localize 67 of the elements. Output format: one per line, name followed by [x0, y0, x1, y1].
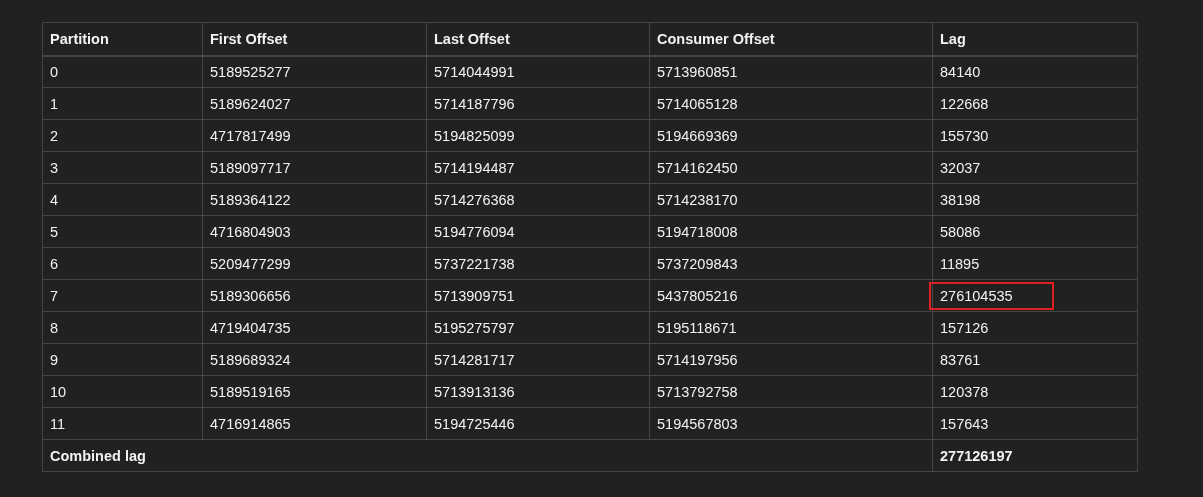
table-cell: 5714162450	[649, 151, 933, 184]
table-cell: 5189364122	[202, 183, 427, 216]
table-cell: 5714197956	[649, 343, 933, 376]
table-cell: 5713913136	[426, 375, 650, 408]
table-cell: 5714065128	[649, 87, 933, 120]
table-cell: 4719404735	[202, 311, 427, 344]
table-cell: 5194718008	[649, 215, 933, 248]
table-cell: 4716804903	[202, 215, 427, 248]
table-cell: 0	[42, 55, 203, 88]
table-cell: Combined lag	[42, 439, 933, 472]
table-cell: 5194776094	[426, 215, 650, 248]
table-cell: 10	[42, 375, 203, 408]
table-cell: 2	[42, 119, 203, 152]
table-cell: 5189624027	[202, 87, 427, 120]
table-cell: 122668	[932, 87, 1138, 120]
table-cell: 157126	[932, 311, 1138, 344]
table-cell: 5	[42, 215, 203, 248]
table-cell: 4	[42, 183, 203, 216]
column-header: Lag	[932, 22, 1138, 56]
table-cell: 32037	[932, 151, 1138, 184]
table-cell: 5713909751	[426, 279, 650, 312]
table-cell: 58086	[932, 215, 1138, 248]
table-cell: 11895	[932, 247, 1138, 280]
table-cell: 1	[42, 87, 203, 120]
table-cell: 5189519165	[202, 375, 427, 408]
table-cell: 5714187796	[426, 87, 650, 120]
table-cell: 84140	[932, 55, 1138, 88]
table-cell: 6	[42, 247, 203, 280]
table-cell: 7	[42, 279, 203, 312]
table-cell: 5189097717	[202, 151, 427, 184]
table-cell: 3	[42, 151, 203, 184]
table-cell: 120378	[932, 375, 1138, 408]
column-header: Consumer Offset	[649, 22, 933, 56]
column-header: Last Offset	[426, 22, 650, 56]
table-cell: 5737221738	[426, 247, 650, 280]
table-cell: 5189689324	[202, 343, 427, 376]
table-cell: 5737209843	[649, 247, 933, 280]
table-cell: 5189306656	[202, 279, 427, 312]
table-cell: 5189525277	[202, 55, 427, 88]
table-cell: 5194567803	[649, 407, 933, 440]
table-cell: 5713792758	[649, 375, 933, 408]
table-cell: 4717817499	[202, 119, 427, 152]
table-cell: 8	[42, 311, 203, 344]
table-cell: 38198	[932, 183, 1138, 216]
table-cell: 4716914865	[202, 407, 427, 440]
table-cell: 9	[42, 343, 203, 376]
table-cell: 5194669369	[649, 119, 933, 152]
table-cell: 83761	[932, 343, 1138, 376]
column-header: Partition	[42, 22, 203, 56]
table-cell: 5714044991	[426, 55, 650, 88]
table-cell: 5714281717	[426, 343, 650, 376]
table-cell: 155730	[932, 119, 1138, 152]
table-cell: 5195118671	[649, 311, 933, 344]
table-cell: 11	[42, 407, 203, 440]
table-cell: 276104535	[932, 279, 1138, 312]
table-cell: 5714276368	[426, 183, 650, 216]
table-cell: 5194725446	[426, 407, 650, 440]
table-cell: 5194825099	[426, 119, 650, 152]
table-cell: 5195275797	[426, 311, 650, 344]
table-cell: 5209477299	[202, 247, 427, 280]
table-cell: 5437805216	[649, 279, 933, 312]
table-cell: 5713960851	[649, 55, 933, 88]
table-cell: 277126197	[932, 439, 1138, 472]
table-cell: 5714194487	[426, 151, 650, 184]
column-header: First Offset	[202, 22, 427, 56]
table-cell: 5714238170	[649, 183, 933, 216]
table-cell: 157643	[932, 407, 1138, 440]
